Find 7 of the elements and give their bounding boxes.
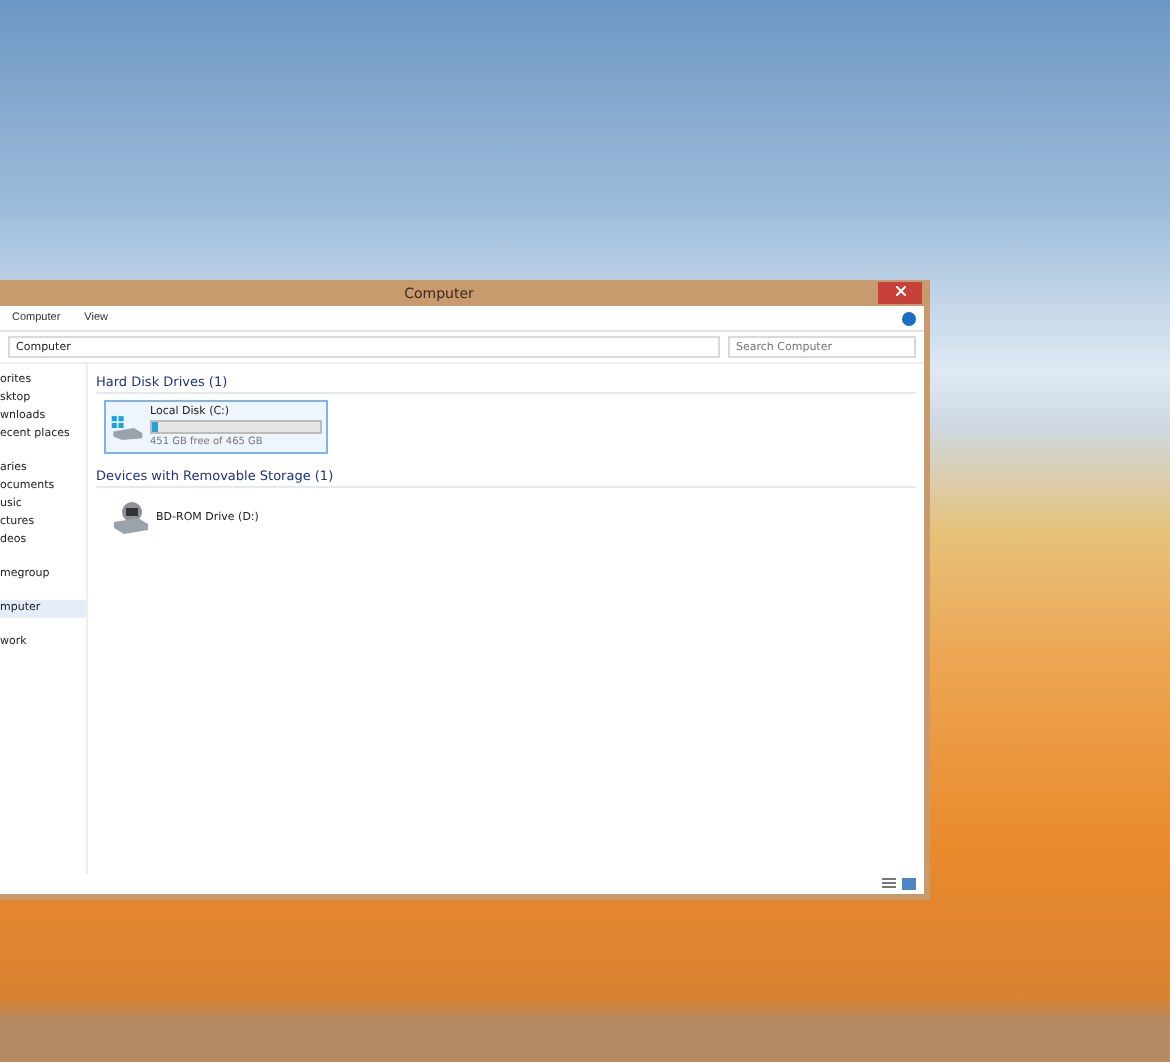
tiles-view-icon[interactable] <box>902 878 916 890</box>
close-button[interactable] <box>878 282 922 304</box>
close-icon <box>895 286 905 296</box>
hard-drive-icon <box>110 411 144 443</box>
optical-drive-icon <box>110 500 150 536</box>
details-view-icon[interactable] <box>882 878 896 890</box>
help-icon[interactable] <box>902 311 916 325</box>
